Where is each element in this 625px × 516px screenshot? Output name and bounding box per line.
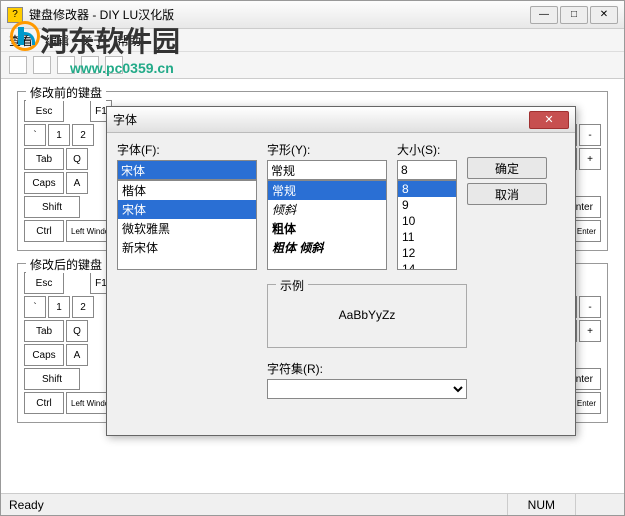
toolbar-icon-1[interactable] [9, 56, 27, 74]
key-q[interactable]: Q [66, 320, 88, 342]
charset-label: 字符集(R): [267, 360, 467, 377]
titlebar: ? 键盘修改器 - DIY LU汉化版 — □ ✕ [1, 1, 624, 29]
size-option[interactable]: 8 [398, 181, 456, 197]
key-plus[interactable]: + [579, 320, 601, 342]
key-tilde[interactable]: ` [24, 296, 46, 318]
key-ctrl[interactable]: Ctrl [24, 392, 64, 414]
sample-label: 示例 [276, 277, 308, 294]
key-tab[interactable]: Tab [24, 320, 64, 342]
key-shift[interactable]: Shift [24, 368, 80, 390]
key-caps[interactable]: Caps [24, 172, 64, 194]
size-input[interactable] [397, 160, 457, 180]
size-option[interactable]: 10 [398, 213, 456, 229]
ok-button[interactable]: 确定 [467, 157, 547, 179]
key-minus2[interactable]: - [579, 296, 601, 318]
group-legend: 修改后的键盘 [26, 256, 106, 273]
key-esc[interactable]: Esc [24, 100, 64, 122]
app-icon: ? [7, 7, 23, 23]
size-listbox[interactable]: 8 9 10 11 12 14 16 [397, 180, 457, 270]
font-input[interactable] [117, 160, 257, 180]
close-button[interactable]: ✕ [590, 6, 618, 24]
key-tab[interactable]: Tab [24, 148, 64, 170]
style-label: 字形(Y): [267, 141, 387, 158]
key-caps[interactable]: Caps [24, 344, 64, 366]
style-option[interactable]: 常规 [268, 181, 386, 200]
font-listbox[interactable]: 楷体 宋体 微软雅黑 新宋体 [117, 180, 257, 270]
status-ready: Ready [9, 498, 44, 512]
dialog-title: 字体 [113, 111, 529, 128]
dialog-titlebar: 字体 ✕ [107, 107, 575, 133]
font-label: 字体(F): [117, 141, 257, 158]
charset-select[interactable] [267, 379, 467, 399]
key-plus[interactable]: + [579, 148, 601, 170]
sample-groupbox: 示例 AaBbYyZz [267, 284, 467, 348]
menu-view[interactable]: 查看 [9, 32, 33, 49]
key-esc[interactable]: Esc [24, 272, 64, 294]
window-title: 键盘修改器 - DIY LU汉化版 [29, 6, 530, 23]
size-option[interactable]: 12 [398, 245, 456, 261]
toolbar-icon-3[interactable] [57, 56, 75, 74]
font-option[interactable]: 微软雅黑 [118, 219, 256, 238]
toolbar [1, 51, 624, 79]
minimize-button[interactable]: — [530, 6, 558, 24]
font-dialog: 字体 ✕ 字体(F): 楷体 宋体 微软雅黑 新宋体 字形(Y): 常规 倾斜 [106, 106, 576, 436]
toolbar-icon-4[interactable] [81, 56, 99, 74]
key-2[interactable]: 2 [72, 296, 94, 318]
key-tilde[interactable]: ` [24, 124, 46, 146]
style-input[interactable] [267, 160, 387, 180]
key-q[interactable]: Q [66, 148, 88, 170]
group-legend: 修改前的键盘 [26, 84, 106, 101]
key-a[interactable]: A [66, 344, 88, 366]
size-label: 大小(S): [397, 141, 457, 158]
menu-about[interactable]: 关于 [81, 32, 105, 49]
style-listbox[interactable]: 常规 倾斜 粗体 粗体 倾斜 [267, 180, 387, 270]
key-1[interactable]: 1 [48, 296, 70, 318]
status-num: NUM [507, 494, 575, 515]
cancel-button[interactable]: 取消 [467, 183, 547, 205]
key-1[interactable]: 1 [48, 124, 70, 146]
dialog-close-button[interactable]: ✕ [529, 111, 569, 129]
key-shift[interactable]: Shift [24, 196, 80, 218]
style-option[interactable]: 粗体 [268, 219, 386, 238]
font-option[interactable]: 楷体 [118, 181, 256, 200]
statusbar: Ready NUM [1, 493, 624, 515]
status-empty [575, 494, 616, 515]
font-option[interactable]: 宋体 [118, 200, 256, 219]
sample-text: AaBbYyZz [268, 285, 466, 345]
size-option[interactable]: 9 [398, 197, 456, 213]
key-minus2[interactable]: - [579, 124, 601, 146]
style-option[interactable]: 倾斜 [268, 200, 386, 219]
key-ctrl[interactable]: Ctrl [24, 220, 64, 242]
menubar: 查看 编辑 关于 帮助 [1, 29, 624, 51]
toolbar-icon-5[interactable] [105, 56, 123, 74]
style-option[interactable]: 粗体 倾斜 [268, 238, 386, 257]
key-a[interactable]: A [66, 172, 88, 194]
font-option[interactable]: 新宋体 [118, 238, 256, 257]
key-2[interactable]: 2 [72, 124, 94, 146]
size-option[interactable]: 11 [398, 229, 456, 245]
menu-edit[interactable]: 编辑 [45, 32, 69, 49]
toolbar-icon-2[interactable] [33, 56, 51, 74]
menu-help[interactable]: 帮助 [117, 32, 141, 49]
maximize-button[interactable]: □ [560, 6, 588, 24]
size-option[interactable]: 14 [398, 261, 456, 270]
